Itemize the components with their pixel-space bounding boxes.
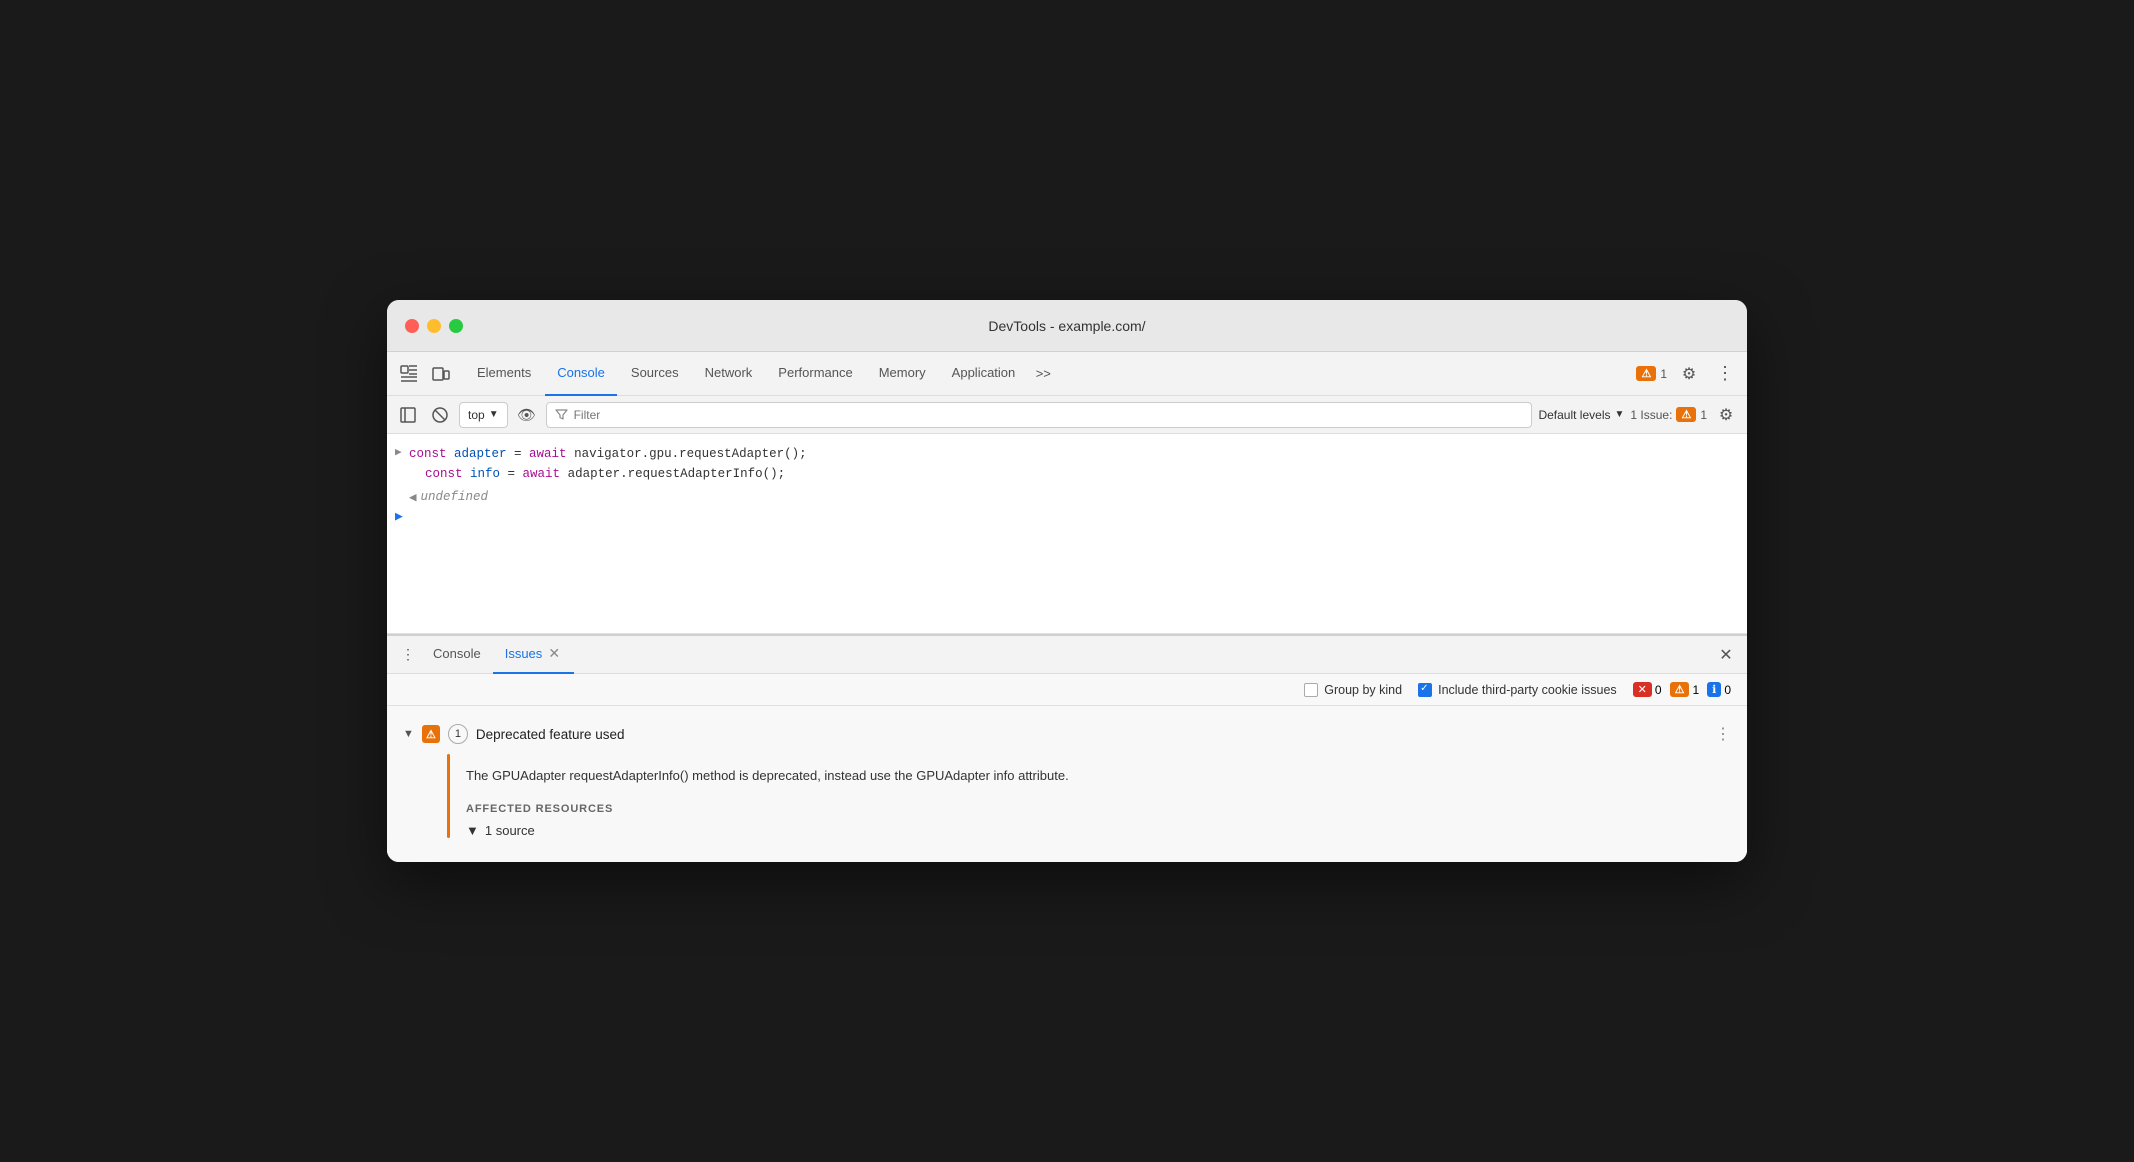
- chevron-down-icon: ▼: [1615, 409, 1625, 420]
- issues-count-display[interactable]: 1 Issue: ⚠ 1: [1630, 407, 1707, 422]
- default-levels-selector[interactable]: Default levels ▼: [1538, 408, 1624, 422]
- settings-icon[interactable]: ⚙: [1675, 360, 1703, 388]
- console-toolbar: top ▼ 👁 Default levels ▼ 1 Issue: ⚠ 1 ⚙: [387, 396, 1747, 434]
- filter-bar: [546, 402, 1533, 428]
- prompt-symbol: ▶: [395, 509, 403, 524]
- title-bar: DevTools - example.com/: [387, 300, 1747, 352]
- more-tabs-button[interactable]: >>: [1029, 360, 1057, 388]
- code-block: const adapter = await navigator.gpu.requ…: [409, 444, 1739, 484]
- issues-counts: ✕ 0 ⚠ 1 ℹ 0: [1633, 682, 1731, 697]
- warn-icon: ⚠: [1670, 682, 1690, 697]
- source-toggle[interactable]: ▼ 1 source: [466, 823, 1731, 838]
- close-panel-button[interactable]: ✕: [1713, 642, 1739, 668]
- filter-input[interactable]: [574, 408, 1524, 422]
- tab-application[interactable]: Application: [940, 352, 1028, 396]
- panel-tab-console[interactable]: Console: [421, 636, 493, 674]
- issue-accent-bar: [447, 754, 450, 838]
- group-by-kind-checkbox[interactable]: Group by kind: [1304, 683, 1402, 697]
- tab-network[interactable]: Network: [693, 352, 765, 396]
- include-third-party-checkbox-box[interactable]: [1418, 683, 1432, 697]
- issue-chevron-icon: ▼: [403, 728, 414, 740]
- issue-badge[interactable]: ⚠ 1: [1636, 366, 1667, 381]
- issue-content: The GPUAdapter requestAdapterInfo() meth…: [466, 754, 1731, 838]
- affected-resources-label: AFFECTED RESOURCES: [466, 803, 1731, 815]
- code-line-2: const info = await adapter.requestAdapte…: [409, 464, 1739, 484]
- tab-console[interactable]: Console: [545, 352, 617, 396]
- tab-memory[interactable]: Memory: [867, 352, 938, 396]
- tab-elements[interactable]: Elements: [465, 352, 543, 396]
- clear-console-icon[interactable]: [427, 402, 453, 428]
- error-count-badge: ✕ 0: [1633, 682, 1662, 697]
- return-arrow-icon: ◀: [409, 489, 417, 505]
- console-entry-code: ▶ const adapter = await navigator.gpu.re…: [387, 442, 1747, 487]
- close-issues-tab-icon[interactable]: ✕: [546, 646, 562, 662]
- traffic-lights: [405, 319, 463, 333]
- chevron-down-icon: ▼: [489, 409, 499, 420]
- source-chevron-icon: ▼: [466, 823, 479, 838]
- device-toolbar-icon[interactable]: [427, 360, 455, 388]
- more-options-icon[interactable]: ⋮: [1711, 360, 1739, 388]
- issues-warn-badge: ⚠: [1676, 407, 1696, 422]
- context-selector[interactable]: top ▼: [459, 402, 508, 428]
- close-button[interactable]: [405, 319, 419, 333]
- info-icon: ℹ: [1707, 682, 1721, 697]
- return-line: ◀ undefined: [387, 487, 1747, 507]
- panel-tab-issues[interactable]: Issues ✕: [493, 636, 575, 674]
- sidebar-toggle-icon[interactable]: [395, 402, 421, 428]
- issues-list: ▼ ⚠ 1 Deprecated feature used ⋮ The GPUA…: [387, 706, 1747, 862]
- tab-bar: Elements Console Sources Network Perform…: [387, 352, 1747, 396]
- console-output: ▶ const adapter = await navigator.gpu.re…: [387, 434, 1747, 634]
- warn-badge: ⚠: [1636, 366, 1656, 381]
- issue-warn-icon: ⚠: [422, 725, 440, 743]
- tab-bar-icons: [395, 360, 455, 388]
- error-icon: ✕: [1633, 682, 1652, 697]
- panel-menu-icon[interactable]: ⋮: [395, 642, 421, 668]
- code-line-1: const adapter = await navigator.gpu.requ…: [409, 444, 1739, 464]
- include-third-party-checkbox[interactable]: Include third-party cookie issues: [1418, 683, 1617, 697]
- tab-bar-right: ⚠ 1 ⚙ ⋮: [1636, 360, 1739, 388]
- panel-tab-bar: ⋮ Console Issues ✕ ✕: [387, 636, 1747, 674]
- console-prompt[interactable]: ▶: [387, 507, 1747, 526]
- info-count-badge: ℹ 0: [1707, 682, 1731, 697]
- console-settings-icon[interactable]: ⚙: [1713, 402, 1739, 428]
- live-expressions-icon[interactable]: 👁: [514, 402, 540, 428]
- issue-body: The GPUAdapter requestAdapterInfo() meth…: [387, 754, 1747, 854]
- issue-header[interactable]: ▼ ⚠ 1 Deprecated feature used ⋮: [387, 714, 1747, 754]
- tab-performance[interactable]: Performance: [766, 352, 864, 396]
- devtools-panel: Elements Console Sources Network Perform…: [387, 352, 1747, 862]
- window-title: DevTools - example.com/: [988, 318, 1145, 334]
- issue-title: Deprecated feature used: [476, 727, 1707, 742]
- group-by-kind-checkbox-box[interactable]: [1304, 683, 1318, 697]
- warn-count-badge: ⚠ 1: [1670, 682, 1700, 697]
- maximize-button[interactable]: [449, 319, 463, 333]
- issue-description: The GPUAdapter requestAdapterInfo() meth…: [466, 754, 1731, 803]
- expand-icon[interactable]: ▶: [395, 444, 409, 459]
- bottom-panel: ⋮ Console Issues ✕ ✕ Group by kind: [387, 634, 1747, 862]
- issues-toolbar: Group by kind Include third-party cookie…: [387, 674, 1747, 706]
- inspect-element-icon[interactable]: [395, 360, 423, 388]
- devtools-window: DevTools - example.com/: [387, 300, 1747, 862]
- minimize-button[interactable]: [427, 319, 441, 333]
- tab-sources[interactable]: Sources: [619, 352, 691, 396]
- issue-more-icon[interactable]: ⋮: [1715, 724, 1731, 744]
- filter-icon: [555, 408, 568, 421]
- issue-count-circle: 1: [448, 724, 468, 744]
